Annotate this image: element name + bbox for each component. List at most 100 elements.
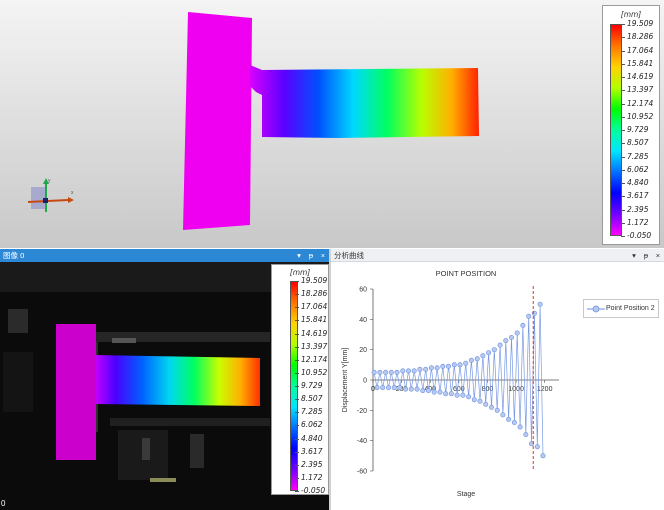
chart-pane-title: 分析曲线 (334, 251, 364, 260)
x-tick-label: 800 (482, 386, 494, 393)
legend-tick-label: 17.064 (627, 45, 654, 55)
series-point (371, 369, 377, 375)
series-point (408, 386, 414, 392)
series-point (523, 432, 529, 438)
legend-tick-label: 12.174 (301, 354, 328, 364)
series-point (503, 338, 509, 344)
series-point (374, 385, 380, 391)
y-tick-label: 60 (359, 287, 367, 294)
series-point (426, 388, 432, 394)
3d-viewport[interactable]: x y [mm] 19.509 18.286 17.064 15.841 14.619 1… (0, 0, 664, 248)
series-point (397, 385, 403, 391)
legend-tick-label: 10.952 (301, 367, 328, 377)
series-point (460, 392, 466, 398)
x-axis-label: Stage (457, 491, 475, 498)
series-point (383, 369, 389, 375)
legend-tick-mark (295, 412, 299, 414)
pane-menu-icon[interactable]: ▾ (630, 249, 638, 262)
legend-unit: [mm] (620, 10, 642, 19)
series-point (377, 369, 383, 375)
series-point (500, 412, 506, 418)
legend-tick-mark (621, 103, 625, 105)
legend-tick-label: 19.509 (301, 276, 328, 285)
series-point (403, 386, 409, 392)
close-icon[interactable]: × (654, 249, 662, 262)
legend-tick-label: 14.619 (627, 72, 654, 81)
pin-icon[interactable]: ᵽ (642, 249, 650, 262)
y-tick-label: 40 (359, 317, 367, 324)
y-tick-label: -60 (357, 469, 367, 476)
series-point (509, 335, 515, 341)
y-tick-label: -20 (357, 408, 367, 415)
series-point (446, 363, 452, 369)
pin-icon[interactable]: ᵽ (307, 249, 315, 262)
legend-tick-label: 6.062 (627, 164, 649, 174)
series-point (463, 360, 469, 366)
legend-tick-mark (295, 491, 299, 492)
series-point (434, 365, 440, 371)
chart-legend: Point Position 2 (583, 299, 659, 318)
series-point (483, 401, 489, 407)
legend-ticks: 19.509 18.286 17.064 15.841 14.619 13.397 12.1… (295, 277, 331, 494)
series-point (406, 368, 412, 374)
series-point (417, 366, 423, 372)
legend-tick-mark (621, 130, 625, 131)
chart-area[interactable]: POINT POSITION6040200-20-40-600200400600… (331, 262, 664, 510)
close-icon[interactable]: × (319, 249, 327, 262)
pane-menu-icon[interactable]: ▾ (295, 249, 303, 262)
series-point (388, 369, 394, 375)
axis-y-label: y (48, 178, 51, 184)
legend-tick-mark (621, 77, 625, 78)
series-point (480, 353, 486, 359)
series-point (468, 357, 474, 363)
series-point (440, 363, 446, 369)
series-point (437, 389, 443, 395)
legend-tick-label: -0.050 (627, 231, 652, 240)
legend-tick-label: 12.174 (627, 98, 654, 108)
legend-tick-label: 4.840 (301, 433, 323, 443)
legend-tick-label: 9.729 (627, 125, 649, 134)
series-point (537, 301, 543, 307)
series-point (428, 365, 434, 371)
series-point (489, 404, 495, 410)
legend-tick-mark (295, 333, 299, 335)
series-point (471, 397, 477, 403)
legend-tick-mark (621, 143, 625, 145)
series-point (497, 342, 503, 348)
image-pane-titlebar[interactable]: 图像 0 ▾ ᵽ × (0, 249, 329, 262)
chart-pane: 分析曲线 ▾ ᵽ × POINT POSITION 60 40 20 0 -20 -40 -6… (331, 249, 664, 510)
series-point (443, 391, 449, 397)
legend-tick-label: 18.286 (627, 32, 654, 42)
series-point (494, 407, 500, 413)
legend-tick-mark (295, 386, 299, 387)
legend-tick-label: 7.285 (301, 407, 323, 417)
legend-tick-mark (295, 451, 299, 453)
legend-tick-mark (621, 37, 625, 39)
series-point (423, 366, 429, 372)
beam-shape (250, 65, 479, 138)
series-point (380, 385, 386, 391)
legend-tick-mark (295, 438, 299, 440)
chart-pane-titlebar[interactable]: 分析曲线 ▾ ᵽ × (331, 249, 664, 262)
series-point (448, 391, 454, 397)
x-tick-label: 1000 (508, 386, 524, 393)
series-point (457, 362, 463, 368)
y-tick-label: 20 (359, 347, 367, 354)
legend-tick-label: 3.617 (301, 446, 323, 456)
legend-tick-mark (621, 116, 625, 118)
image-pane-title: 图像 0 (3, 251, 25, 260)
series-point (474, 356, 480, 362)
legend-tick-mark (295, 346, 299, 348)
legend-tick-label: 4.840 (627, 178, 649, 187)
series-point (511, 420, 517, 426)
legend-tick-mark (621, 156, 625, 158)
legend-tick-mark (621, 209, 625, 211)
legend-tick-mark (621, 196, 625, 198)
x-tick-label: 0 (371, 386, 375, 393)
legend-ticks: 19.509 18.286 17.064 15.841 14.619 13.397 12.1… (621, 20, 661, 239)
series-point (486, 350, 492, 356)
series-point (466, 394, 472, 400)
legend-tick-mark (621, 169, 625, 171)
axis-x-label: x (71, 190, 74, 196)
x-tick-label: 1200 (537, 386, 553, 393)
